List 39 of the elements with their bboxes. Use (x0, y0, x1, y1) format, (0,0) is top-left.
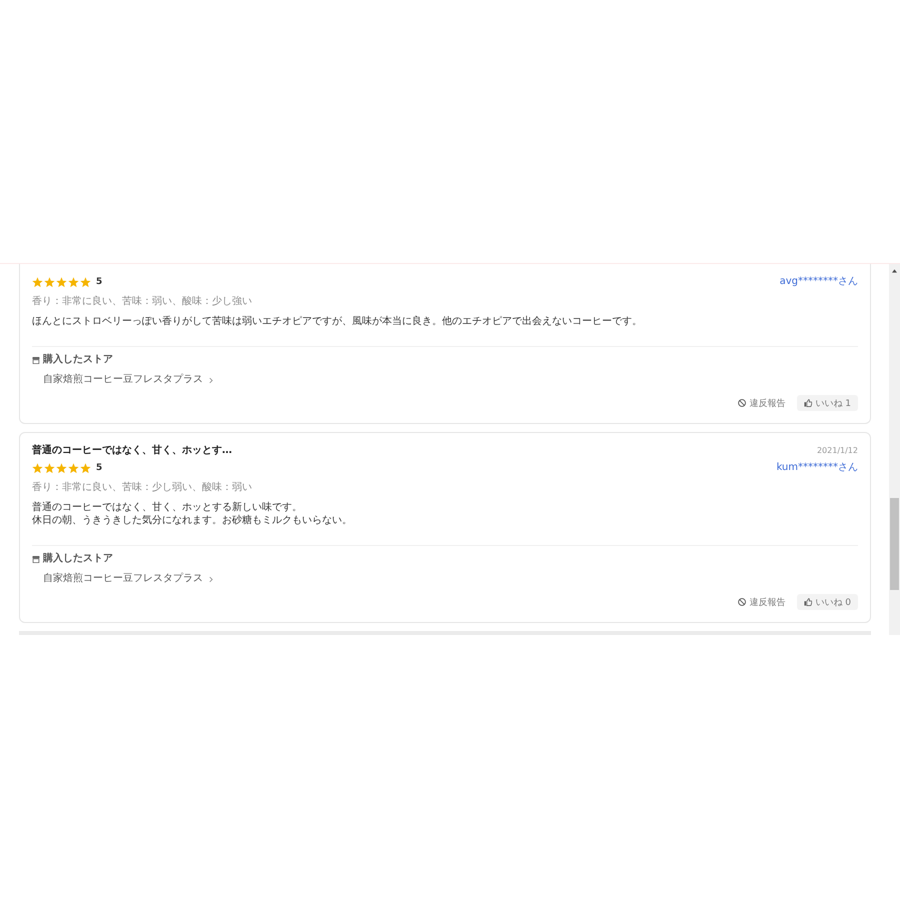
star-icon (80, 276, 91, 288)
thumbs-up-icon (804, 399, 812, 407)
star-icon (56, 462, 67, 474)
store-label: 購入したストア (43, 552, 113, 566)
prohibited-icon (738, 598, 746, 606)
taste-attributes: 香り：非常に良い、苦味：少し弱い、酸味：弱い (32, 481, 253, 495)
scrollbar-thumb[interactable] (890, 498, 899, 590)
star-icon (68, 276, 79, 288)
store-link[interactable]: 自家焙煎コーヒー豆フレスタプラス (43, 373, 213, 387)
reviewer-name-link[interactable]: avg********さん (780, 275, 858, 289)
store-icon (32, 556, 40, 562)
report-button[interactable]: 違反報告 (734, 594, 790, 610)
thumbs-up-icon (804, 598, 812, 606)
store-link[interactable]: 自家焙煎コーヒー豆フレスタプラス (43, 572, 213, 586)
reviewer-name-link[interactable]: kum********さん (776, 461, 858, 475)
review-text: 普通のコーヒーではなく、甘く、ホッとする新しい味です。 (32, 501, 302, 514)
star-icon (32, 276, 43, 288)
prohibited-icon (738, 399, 746, 407)
store-label: 購入したストア (43, 353, 113, 367)
star-icon (80, 462, 91, 474)
review-title: 普通のコーヒーではなく、甘く、ホッとす… (32, 444, 232, 458)
review-date: 2021/1/12 (816, 445, 858, 457)
star-icon (44, 276, 55, 288)
chevron-right-icon (209, 576, 213, 582)
star-icon (44, 462, 55, 474)
chevron-right-icon (209, 376, 213, 384)
like-button[interactable]: いいね 1 (797, 395, 858, 411)
star-icon (32, 462, 43, 474)
like-button[interactable]: いいね 0 (797, 594, 858, 610)
review-text: ほんとにストロベリーっぽい香りがして苦味は弱いエチオピアですが、風味が本当に良き。他のエチオピアで出会えないコーヒーです。 (32, 315, 642, 328)
rating-value: 5 (96, 276, 102, 288)
rating-value: 5 (96, 462, 102, 474)
star-icon (56, 276, 67, 288)
taste-attributes: 香り：非常に良い、苦味：弱い、酸味：少し強い (32, 295, 253, 309)
star-icon (68, 462, 79, 474)
report-button[interactable]: 違反報告 (734, 395, 790, 411)
review-text: 休日の朝、うきうきした気分になれます。お砂糖もミルクもいらない。 (32, 514, 352, 527)
store-icon (32, 356, 40, 364)
scroll-up-arrow-icon[interactable] (892, 269, 897, 273)
